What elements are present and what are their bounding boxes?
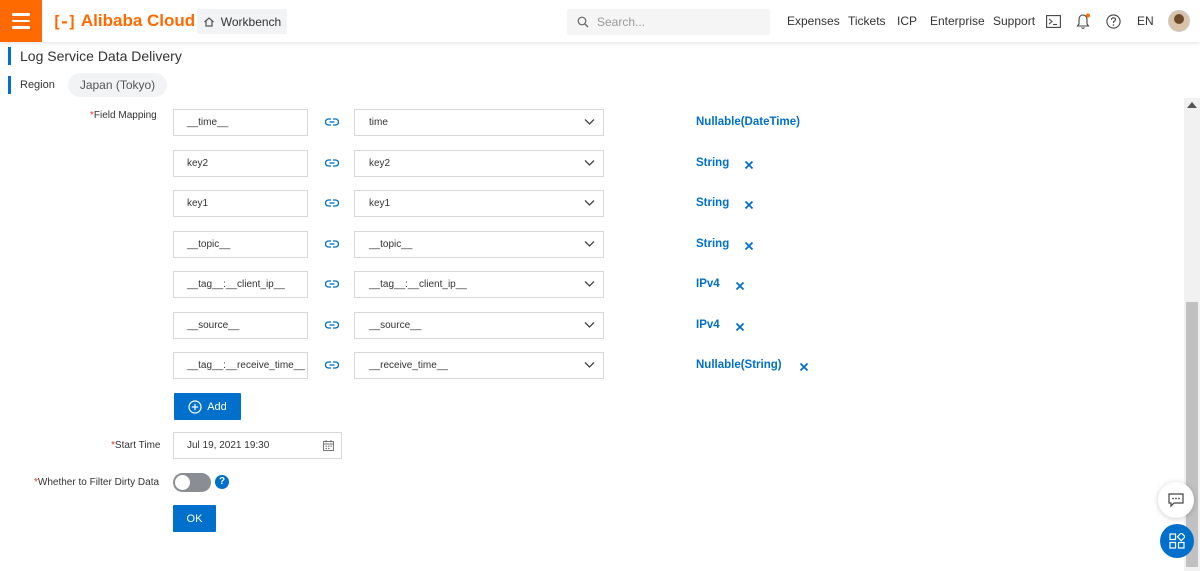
chevron-down-icon [584, 160, 595, 166]
search-icon [577, 16, 589, 28]
field-type: Nullable(DateTime) [696, 116, 800, 128]
home-icon [203, 16, 214, 27]
source-field-input[interactable]: __topic__ [173, 231, 308, 258]
link-icon [325, 199, 339, 207]
target-field-select[interactable]: key2 [354, 150, 604, 177]
search-placeholder: Search... [597, 15, 646, 29]
toggle-knob [175, 475, 190, 490]
terminal-icon[interactable] [1044, 12, 1062, 30]
source-field-input[interactable]: __time__ [173, 109, 308, 136]
source-field-input[interactable]: __tag__:__receive_time__ [173, 352, 308, 379]
target-field-select[interactable]: __receive_time__ [354, 352, 604, 379]
search-input[interactable]: Search... [567, 9, 770, 35]
region-selector[interactable]: Japan (Tokyo) [68, 73, 167, 97]
remove-mapping-icon[interactable] [744, 241, 754, 251]
filter-dirty-data-toggle[interactable] [173, 473, 211, 492]
target-field-select[interactable]: time [354, 109, 604, 136]
alibaba-cloud-logo[interactable]: [-] Alibaba Cloud [52, 0, 195, 42]
nav-support[interactable]: Support [993, 0, 1035, 42]
field-type: String [696, 157, 730, 169]
avatar[interactable] [1168, 10, 1190, 32]
nav-expenses[interactable]: Expenses [787, 0, 840, 42]
source-field-input[interactable]: __tag__:__client_ip__ [173, 271, 308, 298]
calendar-icon [323, 440, 334, 451]
link-icon [325, 321, 339, 329]
target-field-value: __receive_time__ [369, 360, 448, 371]
target-field-value: key1 [369, 198, 391, 209]
chat-icon [1168, 492, 1184, 507]
page-title: Log Service Data Delivery [8, 47, 182, 65]
target-field-value: __topic__ [369, 239, 413, 250]
start-time-picker[interactable]: Jul 19, 2021 19:30 [173, 432, 342, 459]
apps-grid-icon [1169, 533, 1185, 549]
link-icon [325, 361, 339, 369]
start-time-value: Jul 19, 2021 19:30 [187, 440, 270, 451]
chevron-down-icon [584, 281, 595, 287]
source-field-input[interactable]: __source__ [173, 312, 308, 339]
menu-icon[interactable] [0, 0, 42, 42]
start-time-label: *Start Time [111, 440, 161, 451]
target-field-select[interactable]: key1 [354, 190, 604, 217]
remove-mapping-icon[interactable] [735, 322, 745, 332]
link-icon [325, 118, 339, 126]
field-type: IPv4 [696, 278, 720, 290]
target-field-value: __source__ [369, 320, 422, 331]
ok-button[interactable]: OK [173, 505, 216, 532]
link-icon [325, 240, 339, 248]
plus-circle-icon [188, 399, 202, 414]
filter-dirty-data-label: *Whether to Filter Dirty Data [34, 477, 160, 488]
chat-button[interactable] [1158, 482, 1194, 518]
add-mapping-button[interactable]: Add [174, 393, 241, 420]
target-field-value: key2 [369, 158, 391, 169]
chevron-down-icon [584, 322, 595, 328]
remove-mapping-icon[interactable] [799, 362, 809, 372]
field-mapping-label: *Field Mapping [90, 110, 157, 121]
source-field-input[interactable]: key1 [173, 190, 308, 217]
chevron-down-icon [584, 362, 595, 368]
help-icon[interactable] [1104, 12, 1122, 30]
target-field-select[interactable]: __tag__:__client_ip__ [354, 271, 604, 298]
top-navigation-bar: [-] Alibaba Cloud Workbench Search... Ex… [0, 0, 1200, 42]
chevron-down-icon [584, 200, 595, 206]
chevron-down-icon [584, 119, 595, 125]
link-icon [325, 159, 339, 167]
target-field-value: time [369, 117, 388, 128]
help-circle-icon[interactable]: ? [215, 475, 229, 489]
logo-text: Alibaba Cloud [80, 11, 196, 30]
apps-button[interactable] [1160, 524, 1194, 558]
target-field-select[interactable]: __topic__ [354, 231, 604, 258]
nav-tickets[interactable]: Tickets [848, 0, 886, 42]
remove-mapping-icon[interactable] [735, 281, 745, 291]
remove-mapping-icon[interactable] [744, 200, 754, 210]
field-type: Nullable(String) [696, 359, 782, 371]
scroll-up-arrow-icon[interactable] [1187, 102, 1197, 108]
field-type: String [696, 197, 730, 209]
remove-mapping-icon[interactable] [744, 160, 754, 170]
target-field-value: __tag__:__client_ip__ [369, 279, 467, 290]
target-field-select[interactable]: __source__ [354, 312, 604, 339]
link-icon [325, 280, 339, 288]
field-type: IPv4 [696, 319, 720, 331]
field-type: String [696, 238, 730, 250]
nav-enterprise[interactable]: Enterprise [930, 0, 985, 42]
language-switch[interactable]: EN [1137, 0, 1154, 42]
chevron-down-icon [584, 241, 595, 247]
nav-icp[interactable]: ICP [897, 0, 917, 42]
source-field-input[interactable]: key2 [173, 150, 308, 177]
workbench-label: Workbench [220, 14, 282, 29]
add-button-label: Add [207, 400, 227, 413]
bell-icon[interactable] [1074, 12, 1092, 30]
region-label: Region [8, 76, 55, 94]
workbench-button[interactable]: Workbench [197, 9, 287, 34]
logo-mark: [-] [52, 11, 77, 31]
